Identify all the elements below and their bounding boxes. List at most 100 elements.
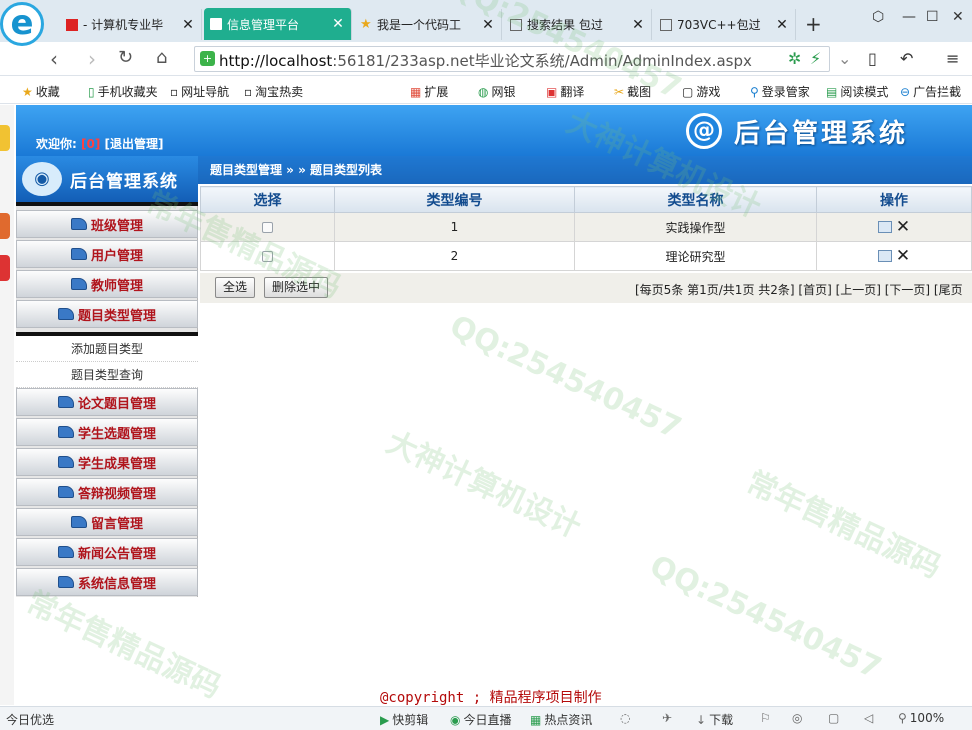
sidebar-item-messages[interactable]: 留言管理 bbox=[16, 508, 198, 536]
status-icon[interactable]: ▢ bbox=[828, 711, 839, 725]
pagination[interactable]: [每页5条 第1页/共1页 共2条] [首页] [上一页] [下一页] [尾页 bbox=[635, 281, 963, 298]
speed-icon[interactable]: ✲ bbox=[788, 49, 801, 68]
phone-icon[interactable]: ▯ bbox=[868, 49, 877, 68]
table-footer: 全选 删除选中 [每页5条 第1页/共1页 共2条] [首页] [上一页] [下… bbox=[200, 273, 972, 303]
skin-icon[interactable]: ⬡ bbox=[872, 9, 884, 25]
side-tool-icon[interactable] bbox=[0, 255, 10, 281]
back-icon[interactable]: ‹ bbox=[50, 47, 58, 71]
admin-header: 欢迎你: [0] [退出管理] @ 后台管理系统 bbox=[16, 105, 972, 156]
folder-icon bbox=[57, 426, 74, 438]
bookmark-reader[interactable]: ▤ 阅读模式 bbox=[826, 83, 888, 100]
volume-icon[interactable]: ◁ bbox=[864, 711, 873, 725]
select-all-button[interactable]: 全选 bbox=[215, 277, 256, 298]
extension-icon: ▦ bbox=[410, 85, 422, 99]
row-checkbox[interactable] bbox=[262, 251, 273, 262]
bookmark-nav[interactable]: ▫ 网址导航 bbox=[170, 83, 229, 100]
gamepad-icon: ▢ bbox=[682, 85, 694, 99]
minimize-icon[interactable]: — bbox=[902, 9, 916, 25]
sidebar-item-student-results[interactable]: 学生成果管理 bbox=[16, 448, 198, 476]
side-tool-icon[interactable] bbox=[0, 125, 10, 151]
document-icon bbox=[210, 18, 222, 30]
bookmark-games[interactable]: ▢ 游戏 bbox=[682, 83, 720, 100]
row-checkbox[interactable] bbox=[262, 222, 273, 233]
status-today-picks[interactable]: 今日优选 bbox=[6, 711, 54, 728]
sidebar-item-thesis-topics[interactable]: 论文题目管理 bbox=[16, 388, 198, 416]
sidebar-item-users[interactable]: 用户管理 bbox=[16, 240, 198, 268]
lightning-icon[interactable]: ⚡ bbox=[810, 49, 821, 68]
secure-icon: + bbox=[200, 51, 215, 66]
logout-link[interactable]: [退出管理] bbox=[105, 137, 164, 151]
sidebar-item-topic-types[interactable]: 题目类型管理 bbox=[16, 300, 198, 328]
delete-icon[interactable]: ✕ bbox=[896, 246, 910, 266]
browser-tab[interactable]: - 计算机专业毕 ✕ bbox=[60, 9, 202, 40]
close-icon[interactable]: ✕ bbox=[481, 17, 495, 33]
column-header-type-id: 类型编号 bbox=[334, 186, 575, 213]
sidebar-item-defense-video[interactable]: 答辩视频管理 bbox=[16, 478, 198, 506]
sidebar-item-system-info[interactable]: 系统信息管理 bbox=[16, 568, 198, 596]
bookmark-bank[interactable]: ◍ 网银 bbox=[478, 83, 516, 100]
sidebar-item-news[interactable]: 新闻公告管理 bbox=[16, 538, 198, 566]
bookmark-extensions[interactable]: ▦ 扩展 bbox=[410, 83, 448, 100]
status-download[interactable]: ↓ 下载 bbox=[696, 711, 733, 728]
folder-icon bbox=[57, 576, 74, 588]
browser-tab-bar: e - 计算机专业毕 ✕ 信息管理平台 ✕ ★ 我是一个代码工 ✕ 搜索结果 包… bbox=[0, 0, 972, 46]
side-tool-icon[interactable] bbox=[0, 213, 10, 239]
star-icon: ★ bbox=[22, 85, 33, 99]
close-window-icon[interactable]: ✕ bbox=[952, 9, 964, 25]
sidebar-item-student-selection[interactable]: 学生选题管理 bbox=[16, 418, 198, 446]
refresh-icon[interactable]: ↻ bbox=[118, 47, 133, 68]
bookmark-login[interactable]: ⚲ 登录管家 bbox=[750, 83, 810, 100]
submenu-query-topic-type[interactable]: 题目类型查询 bbox=[16, 362, 198, 388]
status-hot-news[interactable]: ▦ 热点资讯 bbox=[530, 711, 592, 728]
download-icon: ↓ bbox=[696, 713, 707, 727]
edit-icon[interactable] bbox=[877, 250, 892, 262]
star-icon: ★ bbox=[360, 16, 372, 32]
address-bar: ‹ › ↻ ⌂ + http://localhost:56181/233asp.… bbox=[0, 42, 972, 76]
close-icon[interactable]: ✕ bbox=[631, 17, 645, 33]
url-input[interactable]: + http://localhost:56181/233asp.net毕业论文系… bbox=[194, 46, 830, 72]
type-name-cell: 实践操作型 bbox=[574, 212, 817, 242]
menu-icon[interactable]: ≡ bbox=[946, 49, 959, 68]
undo-icon[interactable]: ↶ bbox=[900, 49, 913, 68]
delete-selected-button[interactable]: 删除选中 bbox=[264, 277, 329, 298]
browser-tab[interactable]: ★ 我是一个代码工 ✕ bbox=[354, 9, 502, 40]
status-icon[interactable]: ◌ bbox=[620, 711, 630, 725]
browser-tab[interactable]: 703VC++包过 ✕ bbox=[654, 9, 796, 40]
new-tab-icon[interactable]: + bbox=[805, 12, 822, 36]
maximize-icon[interactable]: ☐ bbox=[926, 9, 939, 25]
sidebar-item-teachers[interactable]: 教师管理 bbox=[16, 270, 198, 298]
close-icon[interactable]: ✕ bbox=[181, 17, 195, 33]
sidebar: ◉ 后台管理系统 班级管理 用户管理 教师管理 题目类型管理 添加题目类型 题目… bbox=[16, 156, 198, 597]
status-icon[interactable]: ⚐ bbox=[760, 711, 771, 725]
zoom-level[interactable]: ⚲ 100% bbox=[898, 711, 944, 725]
status-icon[interactable]: ✈ bbox=[662, 711, 672, 725]
browser-side-strip bbox=[0, 105, 14, 705]
bookmark-favorites[interactable]: ★ 收藏 bbox=[22, 83, 60, 100]
close-icon[interactable]: ✕ bbox=[775, 17, 789, 33]
bookmark-taobao[interactable]: ▫ 淘宝热卖 bbox=[244, 83, 303, 100]
status-quick-edit[interactable]: ▶ 快剪辑 bbox=[380, 711, 428, 728]
edit-icon[interactable] bbox=[877, 221, 892, 233]
bookmark-screenshot[interactable]: ✂ 截图 bbox=[614, 83, 651, 100]
close-icon[interactable]: ✕ bbox=[331, 16, 345, 32]
status-live[interactable]: ◉ 今日直播 bbox=[450, 711, 512, 728]
site-favicon-icon bbox=[66, 18, 78, 31]
browser-tab-active[interactable]: 信息管理平台 ✕ bbox=[204, 8, 352, 40]
reader-icon: ▤ bbox=[826, 85, 838, 99]
bookmark-adblock[interactable]: ⊖ 广告拦截 bbox=[900, 83, 961, 100]
folder-icon bbox=[70, 248, 87, 260]
delete-icon[interactable]: ✕ bbox=[896, 217, 910, 237]
brand-logo-icon: @ bbox=[686, 113, 722, 149]
forward-icon[interactable]: › bbox=[88, 47, 96, 71]
column-header-actions: 操作 bbox=[816, 186, 972, 213]
document-icon bbox=[660, 18, 672, 31]
folder-icon bbox=[57, 486, 74, 498]
browser-tab[interactable]: 搜索结果 包过 ✕ bbox=[504, 9, 652, 40]
bookmark-translate[interactable]: ▣ 翻译 bbox=[546, 83, 584, 100]
submenu-add-topic-type[interactable]: 添加题目类型 bbox=[16, 336, 198, 362]
sidebar-item-class[interactable]: 班级管理 bbox=[16, 210, 198, 238]
home-icon[interactable]: ⌂ bbox=[156, 47, 167, 68]
bookmark-mobile[interactable]: ▯ 手机收藏夹 bbox=[88, 83, 158, 100]
status-icon[interactable]: ◎ bbox=[792, 711, 802, 725]
chevron-down-icon[interactable]: ⌄ bbox=[838, 49, 851, 68]
